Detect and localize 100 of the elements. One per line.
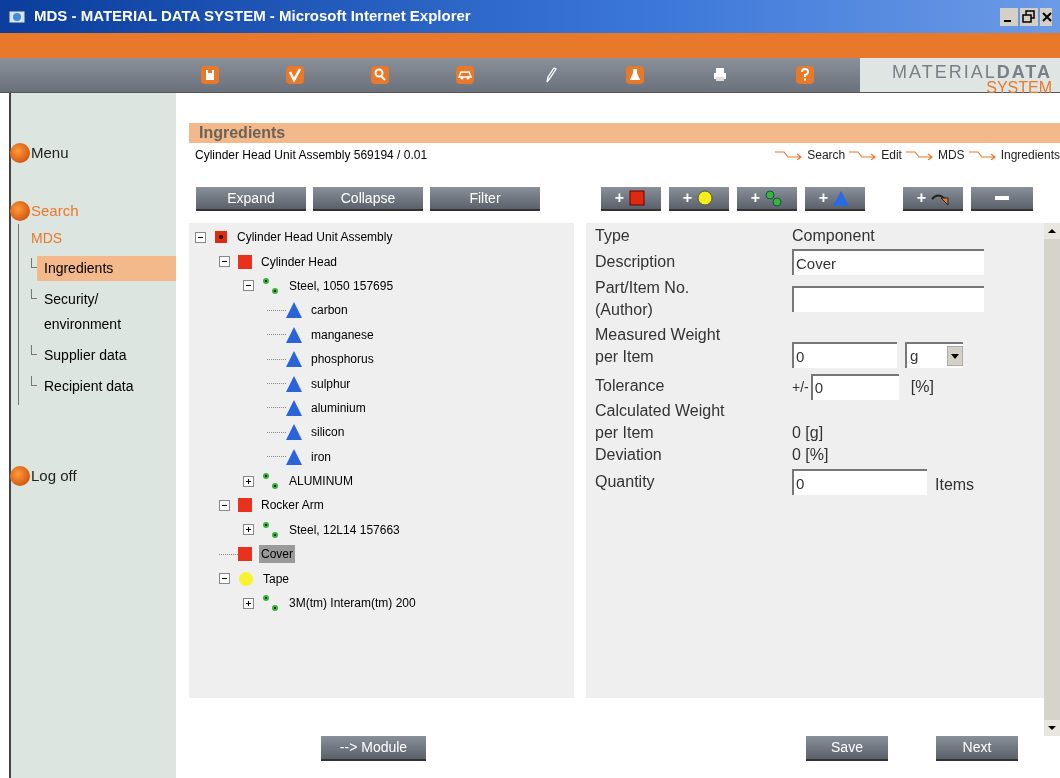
form-label: Tolerance	[595, 376, 666, 396]
input-field[interactable]: 0	[792, 469, 927, 495]
input-field[interactable]	[792, 286, 984, 312]
filter-button[interactable]: Filter	[430, 187, 540, 211]
input-field[interactable]: 0	[810, 373, 899, 400]
dropdown-icon[interactable]	[947, 346, 963, 366]
unit-label: Items	[935, 475, 975, 495]
expand-button[interactable]: Expand	[196, 187, 306, 211]
form-label: Deviation	[595, 445, 663, 465]
menu-bullet-icon	[9, 142, 31, 164]
sidebar-item[interactable]: Menu	[31, 141, 69, 165]
breadcrumb-link[interactable]: Edit	[881, 146, 902, 164]
semi-icon	[697, 189, 716, 207]
browser-icon	[8, 7, 26, 26]
scroll-up-icon[interactable]	[1044, 223, 1060, 239]
next-button[interactable]: Next	[936, 736, 1018, 761]
unit-select[interactable]: g	[905, 342, 963, 368]
form-label: Description	[595, 252, 677, 272]
tree-node-label[interactable]: Cylinder Head Unit Assembly	[235, 228, 395, 247]
component-icon	[629, 189, 648, 207]
sidebar-item[interactable]: Recipient data	[37, 374, 176, 399]
save-icon[interactable]	[200, 65, 220, 85]
form-label: Part/Item No. (Author)	[595, 278, 691, 320]
material-icon	[262, 520, 280, 539]
substance-icon	[286, 399, 302, 416]
tree-toggle[interactable]	[243, 597, 254, 609]
input-field[interactable]: Cover	[792, 249, 984, 275]
arrow-icon	[967, 150, 998, 160]
tree-node-label[interactable]: carbon	[309, 301, 350, 320]
minus-icon	[995, 196, 1009, 200]
tree-toggle[interactable]	[219, 500, 230, 511]
breadcrumb-link[interactable]: Ingredients	[1000, 146, 1060, 164]
menu-bullet-icon	[9, 465, 31, 487]
add-semi-component-button[interactable]: +	[669, 187, 729, 211]
tree-node-label[interactable]: ALUMINUM	[287, 472, 355, 491]
unit-label: [%]	[910, 376, 934, 397]
form-label: Measured Weight per Item	[595, 325, 722, 367]
help-icon[interactable]	[795, 65, 815, 85]
arrow-icon	[904, 150, 935, 160]
tree-toggle[interactable]	[219, 256, 230, 268]
breadcrumb-link[interactable]: Search	[807, 146, 846, 164]
material-icon	[765, 189, 784, 207]
flask-icon[interactable]	[625, 65, 645, 85]
tree-node-label[interactable]: sulphur	[309, 374, 353, 393]
semi-component-icon	[238, 570, 254, 587]
check-icon[interactable]	[285, 65, 305, 85]
sidebar-item[interactable]: Log off	[31, 464, 77, 488]
substance-icon	[286, 351, 302, 368]
tree-node-label[interactable]: Tape	[261, 569, 292, 588]
form-label: Type	[595, 226, 631, 246]
tree-toggle[interactable]	[243, 524, 254, 536]
collapse-button[interactable]: Collapse	[313, 187, 423, 211]
tree-node-label[interactable]: Rocker Arm	[259, 496, 326, 515]
field-value: 0 [g]	[792, 423, 824, 443]
add-substance-button[interactable]: +	[805, 187, 865, 211]
material-icon	[262, 594, 280, 613]
tree-toggle[interactable]	[195, 231, 206, 243]
field-value: 0 [%]	[792, 445, 829, 465]
module-button[interactable]: --> Module	[321, 736, 426, 761]
logo-subtitle: SYSTEM	[986, 80, 1052, 96]
sidebar-item[interactable]: Security/ environment	[37, 287, 176, 337]
breadcrumb-link[interactable]: MDS	[937, 146, 965, 164]
remove-button[interactable]	[971, 187, 1033, 211]
search-icon[interactable]	[370, 65, 390, 85]
add-material-button[interactable]: +	[737, 187, 797, 211]
window-title: MDS - MATERIAL DATA SYSTEM - Microsoft Internet Explorer	[34, 6, 471, 27]
substance-icon	[286, 302, 302, 319]
tree-toggle[interactable]	[219, 573, 230, 585]
minimize-icon[interactable]	[1000, 7, 1018, 26]
tree-node-label[interactable]: 3M(tm) Interam(tm) 200	[287, 594, 418, 613]
scrollbar[interactable]	[1044, 223, 1060, 736]
substance-icon	[833, 189, 852, 207]
tree-toggle[interactable]	[243, 475, 254, 487]
assembly-icon	[214, 230, 228, 245]
substance-icon	[286, 424, 302, 441]
tree-node-label[interactable]: Steel, 1050 157695	[287, 276, 396, 295]
component-icon	[238, 498, 252, 513]
tree-node-label[interactable]: Cover	[259, 545, 295, 564]
tree-node-label[interactable]: aluminium	[309, 398, 368, 417]
car-icon[interactable]	[455, 65, 475, 85]
close-icon[interactable]	[1040, 7, 1052, 26]
material-icon	[262, 472, 280, 491]
add-link-button[interactable]: +	[903, 187, 963, 211]
sidebar-item[interactable]: Supplier data	[37, 343, 176, 368]
tree-node-label[interactable]: iron	[309, 447, 333, 466]
restore-icon[interactable]	[1020, 7, 1038, 26]
input-field[interactable]: 0	[792, 342, 897, 368]
tree-toggle[interactable]	[243, 280, 254, 292]
save-button[interactable]: Save	[806, 736, 888, 761]
tolerance-prefix: +/-	[792, 377, 809, 397]
scroll-down-icon[interactable]	[1044, 720, 1060, 736]
tree-node-label[interactable]: Cylinder Head	[259, 252, 340, 271]
component-icon	[238, 547, 252, 562]
tree-node-label[interactable]: manganese	[309, 325, 376, 344]
tree-node-label[interactable]: Steel, 12L14 157663	[287, 520, 402, 539]
substance-icon	[286, 448, 302, 465]
sidebar-item[interactable]: Ingredients	[37, 256, 176, 281]
tree-node-label[interactable]: silicon	[309, 423, 347, 442]
add-component-button[interactable]: +	[601, 187, 661, 211]
tree-node-label[interactable]: phosphorus	[309, 350, 376, 369]
